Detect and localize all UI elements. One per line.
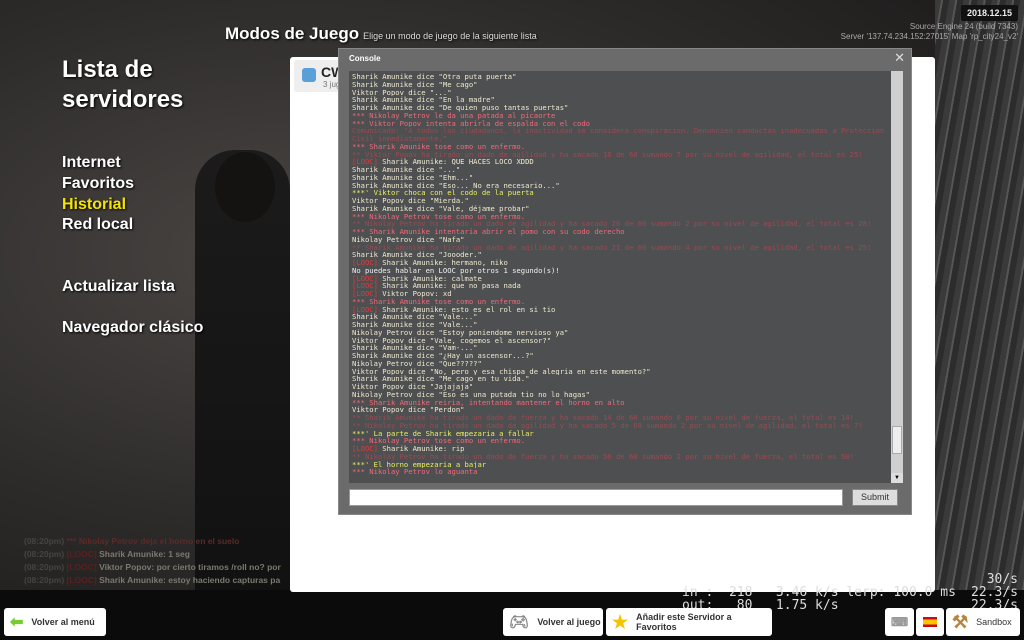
console-line: Comunicado: "A todos los ciudadanos, la … (352, 127, 885, 135)
console-line: [LOOC] Sharik Amunike: que no pasa nada (352, 282, 521, 290)
console-line: *** Viktor Popov intenta abrirla de espa… (352, 119, 590, 128)
classic-browser-button[interactable]: Navegador clásico (62, 319, 203, 337)
console-line: ***' Viktor choca con el codo de la puer… (352, 189, 534, 197)
scrollbar-thumb[interactable] (892, 426, 902, 454)
console-line: Sharik Amunike dice "..." (352, 166, 461, 174)
gamemodes-header: Modos de Juego Elige un modo de juego de … (225, 24, 537, 44)
engine-info: Source Engine 24 (build 7343) Server '137… (841, 22, 1018, 42)
console-line: Sharik Amunike dice "Vam-..." (352, 344, 478, 352)
console-line: Viktor Popov dice "..." (352, 88, 452, 97)
chat-line: (08:20pm) [LOOC] Viktor Popov: por ciert… (24, 562, 281, 572)
console-line: Sharik Amunike dice "Me cago en tu vida.… (352, 375, 530, 383)
console-line: Viktor Popov dice "Jajajaja" (352, 383, 474, 391)
console-line: Nikolay Petrov dice "Estoy poniendome ne… (352, 328, 569, 337)
star-icon: ★ (612, 611, 629, 632)
spain-flag-icon (923, 617, 937, 627)
console-line: Nikolay Petrov dice "Que?????" (352, 359, 482, 368)
console-scrollbar[interactable]: ▼ (891, 71, 903, 483)
chat-line: (08:20pm) [LOOC] Sharik Amunike: estoy h… (24, 575, 281, 585)
gamepad-icon: 🎮︎ (509, 614, 530, 631)
chat-line: (08:20pm) [LOOC] Sharik Amunike: 1 seg (24, 549, 190, 559)
console-window: Console ✕ Sharik Amunike dice "Otra puta… (338, 48, 912, 515)
arrow-left-icon: ⬅ (10, 614, 24, 631)
engine-version: Source Engine 24 (build 7343) (909, 22, 1018, 31)
console-line: *** Nikolay Petrov tose como un enfermo. (352, 437, 526, 445)
console-line: Viktor Popov dice "No, pero y esa chispa… (352, 367, 651, 376)
console-line: Viktor Popov dice "Vale, cogemos el asce… (352, 336, 552, 345)
console-line: [LOOC] Sharik Amunike: QUE HACES LOCO XD… (352, 158, 534, 166)
console-line: ** Nikolay Petrov ha tirado un dado de a… (352, 421, 863, 430)
console-line: [LOOC] Viktor Popov: xd (352, 290, 452, 298)
scroll-down-icon[interactable]: ▼ (891, 473, 903, 483)
refresh-list-button[interactable]: Actualizar lista (62, 278, 175, 296)
console-log: Sharik Amunike dice "Otra puta puerta" Sh… (349, 71, 901, 483)
console-line: *** Sharik Amunike intentaria abrir el p… (352, 228, 625, 236)
add-favorite-button[interactable]: ★ Añadir este Servidor a Favoritos (606, 608, 772, 636)
gamemodes-title: Modos de Juego (225, 24, 360, 43)
server-info: Server '137.74.234.152:27015' Map 'rp_ci… (840, 32, 1018, 41)
back-to-game-label: Volver al juego (537, 617, 601, 627)
console-line: No puedes hablar en LOOC por otros 1 seg… (352, 266, 560, 275)
console-line: ** Viktor Popov ha tirado un dado de agi… (352, 150, 863, 159)
console-line: Sharik Amunike dice "Vale, déjame probar… (352, 204, 530, 213)
date-badge: 2018.12.15 (960, 5, 1018, 21)
console-line: ** Nikolay Petrov ha tirado un dado de f… (352, 452, 854, 461)
console-line: Sharik Amunike dice "Joooder." (352, 251, 482, 259)
language-button[interactable] (916, 608, 944, 636)
cube-icon (302, 68, 316, 82)
console-line: [LOOC] Sharik Amunike: hermano, niko (352, 259, 508, 267)
console-line: Sharik Amunike dice "De quien puso tanta… (352, 104, 569, 112)
background-bars (935, 0, 1024, 600)
console-line: *** Sharik Amunike tose como un enfermo. (352, 142, 526, 151)
sidebar-item-red-local[interactable]: Red local (62, 216, 133, 234)
console-line: Civil inmediatamente." (352, 135, 448, 143)
console-line: ** Nikolay Petrov ha tirado un dado de a… (352, 220, 872, 228)
console-line: [LOOC] Sharik Amunike: esto es el rol en… (352, 305, 556, 314)
console-line: Sharik Amunike dice "Otra puta puerta" (352, 73, 517, 81)
console-line: Nikolay Petrov dice "Eso es una putada t… (352, 390, 590, 399)
back-to-game-button[interactable]: 🎮︎ Volver al juego (503, 608, 603, 636)
console-line: ** Sharik Amunike ha tirado un dado de a… (352, 243, 872, 252)
console-line: Sharik Amunike dice "¿Hay un ascensor...… (352, 352, 534, 360)
close-icon[interactable]: ✕ (894, 50, 905, 66)
console-line: Sharik Amunike dice "Ehm..." (352, 173, 474, 182)
console-line: *** Nikolay Petrov lo aguanta (352, 468, 478, 476)
gamemodes-subtitle: Elige un modo de juego de la siguiente l… (363, 31, 537, 41)
console-line: *** Nikolay Petrov le da una patada al p… (352, 111, 556, 120)
console-line: ***' La parte de Sharik empezaria a fall… (352, 429, 534, 438)
console-line: [LOOC] Sharik Amunike: rip (352, 445, 465, 453)
console-line: Sharik Amunike dice "Eso... No era neces… (352, 181, 560, 190)
console-line: ** Sharik Amunike ha tirado un dado de f… (352, 414, 854, 422)
console-line: Nikolay Petrov dice "Nafa" (352, 235, 465, 244)
back-to-menu-button[interactable]: ⬅ Volver al menú (4, 608, 106, 636)
console-line: Sharik Amunike dice "En la madre" (352, 96, 495, 104)
console-line: *** Nikolay Petrov tose como un enfermo. (352, 212, 526, 221)
hammer-icon: ⚒ (952, 611, 969, 632)
console-line: ***' El horno empezaria a bajar (352, 460, 487, 469)
controller-button[interactable]: ⌨ (885, 608, 914, 636)
console-line: Sharik Amunike dice "Me cago" (352, 80, 478, 89)
back-to-menu-label: Volver al menú (31, 617, 95, 627)
sidebar-item-historial[interactable]: Historial (62, 196, 126, 214)
console-input[interactable] (349, 489, 843, 506)
console-line: Sharik Amunike dice "Vale..." (352, 321, 478, 329)
background-character-head (215, 152, 275, 222)
controller-icon: ⌨ (890, 615, 909, 629)
sidebar-item-internet[interactable]: Internet (62, 154, 121, 172)
console-title: Console (349, 54, 381, 63)
gamemode-label: Sandbox (976, 617, 1012, 627)
server-list-title: Lista de servidores (62, 56, 184, 113)
console-line: Viktor Popov dice "Mierda." (352, 197, 469, 205)
console-line: Viktor Popov dice "Perdon" (352, 406, 465, 414)
console-line: *** Sharik Amunike tose como un enfermo. (352, 297, 526, 306)
chat-line: (08:20pm) *** Nikolay Petrov deja el hor… (24, 536, 240, 546)
console-line: Sharik Amunike dice "Vale..." (352, 313, 478, 321)
add-favorite-label: Añadir este Servidor a Favoritos (636, 612, 732, 632)
submit-button[interactable]: Submit (852, 489, 898, 506)
console-line: [LOOC] Sharik Amunike: calmate (352, 274, 482, 283)
gamemode-button[interactable]: ⚒ Sandbox (946, 608, 1020, 636)
sidebar-item-favoritos[interactable]: Favoritos (62, 175, 134, 193)
console-line: *** Sharik Amunike reiria, intentando ma… (352, 398, 625, 407)
